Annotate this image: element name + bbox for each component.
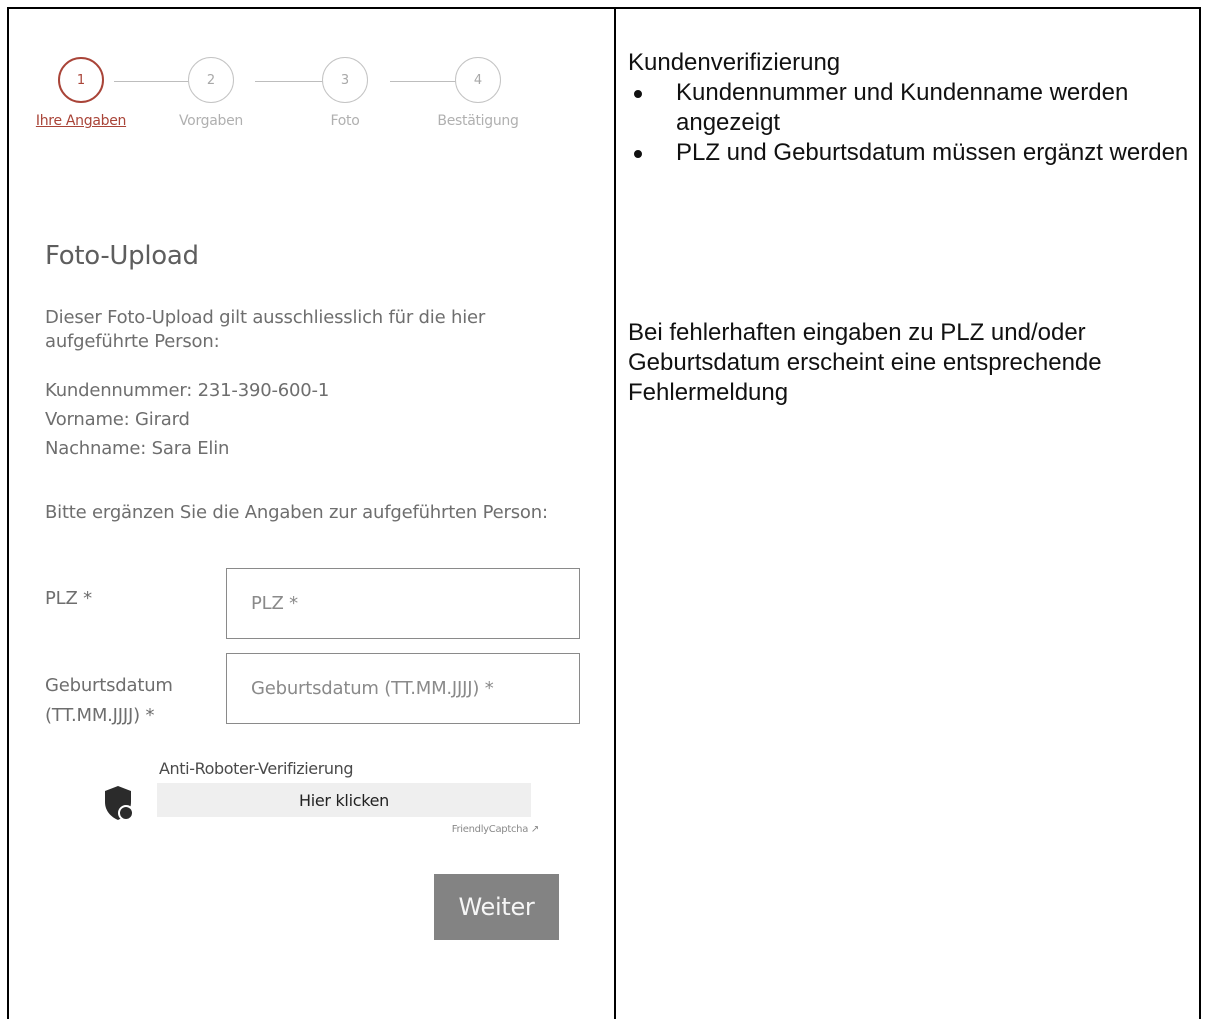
step-4: 4 Bestätigung: [418, 57, 538, 129]
customer-last-name: Nachname: Sara Elin: [45, 438, 230, 459]
notes-title: Kundenverifizierung: [628, 49, 841, 76]
birthdate-input[interactable]: [226, 653, 580, 724]
bullet-text: PLZ und Geburtsdatum müssen ergänzt werd…: [676, 139, 1189, 166]
step-label: Foto: [330, 113, 360, 129]
list-item: PLZ und Geburtsdatum müssen ergänzt werd…: [628, 138, 1203, 168]
customer-info: Kundennummer: 231-390-600-1 Vorname: Gir…: [45, 376, 329, 463]
customer-number: Kundennummer: 231-390-600-1: [45, 380, 330, 401]
page-title: Foto-Upload: [45, 241, 199, 271]
step-3: 3 Foto: [285, 57, 405, 129]
captcha-widget: Anti-Roboter-Verifizierung Hier klicken …: [99, 757, 549, 847]
step-number: 2: [188, 57, 234, 103]
birthdate-label-line1: Geburtsdatum: [45, 675, 173, 696]
plz-label: PLZ *: [45, 588, 92, 609]
form-screenshot: 1 Ihre Angaben 2 Vorgaben 3 Foto 4 Bestä…: [9, 9, 614, 1019]
captcha-button[interactable]: Hier klicken: [157, 783, 531, 817]
error-note: Bei fehlerhaften eingaben zu PLZ und/ode…: [628, 319, 1102, 406]
shield-icon: [105, 786, 133, 821]
next-button[interactable]: Weiter: [434, 874, 559, 940]
notes-column: Kundenverifizierung Kundennummer und Kun…: [628, 48, 1203, 406]
progress-stepper: 1 Ihre Angaben 2 Vorgaben 3 Foto 4 Bestä…: [31, 57, 551, 157]
step-1[interactable]: 1 Ihre Angaben: [21, 57, 141, 129]
list-item: Kundennummer und Kundenname werden angez…: [628, 78, 1203, 138]
complete-prompt: Bitte ergänzen Sie die Angaben zur aufge…: [45, 502, 548, 523]
step-number: 3: [322, 57, 368, 103]
notes-bullet-list: Kundennummer und Kundenname werden angez…: [628, 78, 1203, 168]
step-label: Vorgaben: [178, 113, 243, 129]
column-divider: [614, 7, 616, 1019]
step-2: 2 Vorgaben: [151, 57, 271, 129]
bullet-text: Kundennummer und Kundenname werden angez…: [676, 79, 1129, 136]
step-number: 4: [455, 57, 501, 103]
birthdate-label: Geburtsdatum (TT.MM.JJJJ) *: [45, 671, 173, 731]
step-label[interactable]: Ihre Angaben: [21, 113, 141, 129]
intro-text: Dieser Foto-Upload gilt ausschliesslich …: [45, 307, 486, 352]
birthdate-label-line2: (TT.MM.JJJJ) *: [45, 705, 155, 726]
step-label: Bestätigung: [437, 113, 519, 129]
bullet-icon: [634, 150, 642, 158]
bullet-icon: [634, 90, 642, 98]
customer-first-name: Vorname: Girard: [45, 409, 190, 430]
step-number: 1: [58, 57, 104, 103]
plz-input[interactable]: [226, 568, 580, 639]
captcha-title: Anti-Roboter-Verifizierung: [159, 759, 354, 778]
captcha-brand-link[interactable]: FriendlyCaptcha ↗: [452, 824, 540, 835]
